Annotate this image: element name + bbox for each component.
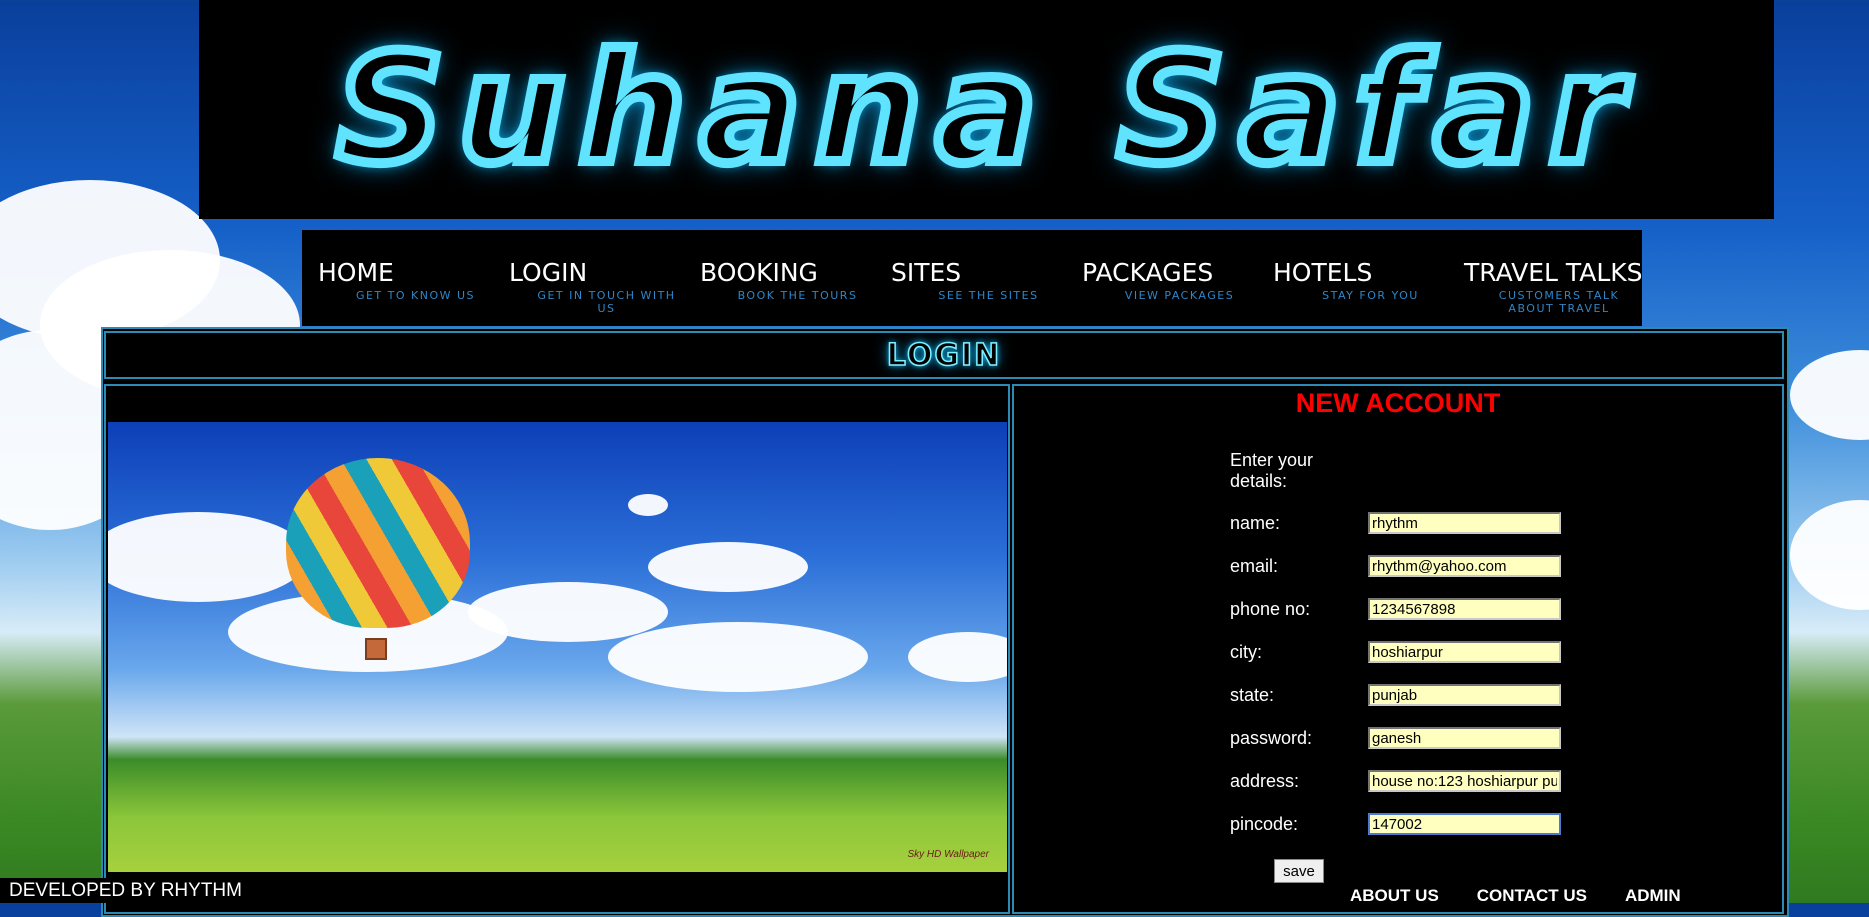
developer-credit: DEVELOPED BY RHYTHM	[0, 878, 270, 903]
new-account-panel: NEW ACCOUNT Enter your details: name: em…	[1012, 384, 1784, 914]
nav-item-sublabel: SEE THE SITES	[938, 289, 1039, 302]
main-nav: HOME GET TO KNOW US LOGIN GET IN TOUCH W…	[302, 230, 1643, 326]
address-field[interactable]	[1368, 770, 1561, 792]
site-banner: Suhana Safar	[199, 0, 1774, 219]
nav-item-label: PACKAGES	[1082, 258, 1214, 287]
form-row-email: email:	[1230, 553, 1610, 579]
about-us-link[interactable]: ABOUT US	[1350, 886, 1439, 906]
city-field[interactable]	[1368, 641, 1561, 663]
field-label: city:	[1230, 641, 1263, 662]
form-row-name: name:	[1230, 510, 1610, 536]
field-label: email:	[1230, 555, 1279, 576]
nav-item-sublabel: BOOK THE TOURS	[737, 289, 858, 302]
form-row-city: city:	[1230, 639, 1610, 665]
image-cloud	[628, 494, 668, 516]
section-title: LOGIN	[886, 337, 1002, 374]
state-field[interactable]	[1368, 684, 1561, 706]
nav-item-travel-talks[interactable]: TRAVEL TALKS CUSTOMERS TALK ABOUT TRAVEL	[1448, 230, 1643, 326]
nav-item-sublabel: GET TO KNOW US	[355, 289, 476, 302]
nav-item-sublabel: STAY FOR YOU	[1322, 289, 1419, 302]
field-label: pincode:	[1230, 813, 1299, 834]
form-row-password: password:	[1230, 725, 1610, 751]
form-row-phone: phone no:	[1230, 596, 1610, 622]
nav-item-sublabel: CUSTOMERS TALK ABOUT TRAVEL	[1498, 289, 1620, 315]
form-intro: Enter your details:	[1230, 450, 1314, 491]
contact-us-link[interactable]: CONTACT US	[1477, 886, 1587, 906]
form-row-state: state:	[1230, 682, 1610, 708]
nav-item-sublabel: VIEW PACKAGES	[1124, 289, 1235, 302]
nav-item-sites[interactable]: SITES SEE THE SITES	[875, 230, 1066, 326]
form-row-address: address:	[1230, 768, 1610, 794]
footer-links: ABOUT US CONTACT US ADMIN	[1350, 886, 1719, 906]
background-cloud	[1790, 500, 1869, 610]
nav-item-packages[interactable]: PACKAGES VIEW PACKAGES	[1066, 230, 1257, 326]
nav-item-label: BOOKING	[700, 258, 818, 287]
image-panel: Sky HD Wallpaper	[104, 384, 1010, 914]
nav-item-label: SITES	[891, 258, 962, 287]
form-row-pincode: pincode:	[1230, 811, 1610, 837]
nav-item-hotels[interactable]: HOTELS STAY FOR YOU	[1257, 230, 1448, 326]
balloon-basket	[365, 638, 387, 660]
nav-item-booking[interactable]: BOOKING BOOK THE TOURS	[684, 230, 875, 326]
form-title: NEW ACCOUNT	[1295, 388, 1501, 418]
field-label: state:	[1230, 684, 1275, 705]
pincode-field[interactable]	[1368, 813, 1561, 835]
nav-item-home[interactable]: HOME GET TO KNOW US	[302, 230, 493, 326]
name-field[interactable]	[1368, 512, 1561, 534]
field-label: address:	[1230, 770, 1300, 791]
image-cloud	[608, 622, 868, 692]
hot-air-balloon	[286, 458, 470, 628]
nav-item-label: LOGIN	[509, 258, 588, 287]
nav-item-label: HOME	[318, 258, 394, 287]
nav-item-login[interactable]: LOGIN GET IN TOUCH WITH US	[493, 230, 684, 326]
phone-field[interactable]	[1368, 598, 1561, 620]
field-label: phone no:	[1230, 598, 1311, 619]
image-cloud	[908, 632, 1007, 682]
balloon-landscape-image: Sky HD Wallpaper	[108, 422, 1007, 872]
nav-item-label: HOTELS	[1273, 258, 1373, 287]
field-label: password:	[1230, 727, 1313, 748]
image-cloud	[648, 542, 808, 592]
nav-item-sublabel: GET IN TOUCH WITH US	[537, 289, 676, 315]
image-cloud	[108, 512, 308, 602]
field-label: name:	[1230, 512, 1281, 533]
nav-item-label: TRAVEL TALKS	[1464, 258, 1643, 287]
email-field[interactable]	[1368, 555, 1561, 577]
site-logo-title: Suhana Safar	[331, 18, 1637, 202]
image-cloud	[468, 582, 668, 642]
background-cloud	[1790, 350, 1869, 440]
password-field[interactable]	[1368, 727, 1561, 749]
image-watermark: Sky HD Wallpaper	[907, 849, 989, 860]
section-header: LOGIN	[104, 331, 1784, 379]
save-button[interactable]: save	[1274, 859, 1324, 883]
admin-link[interactable]: ADMIN	[1625, 886, 1681, 906]
